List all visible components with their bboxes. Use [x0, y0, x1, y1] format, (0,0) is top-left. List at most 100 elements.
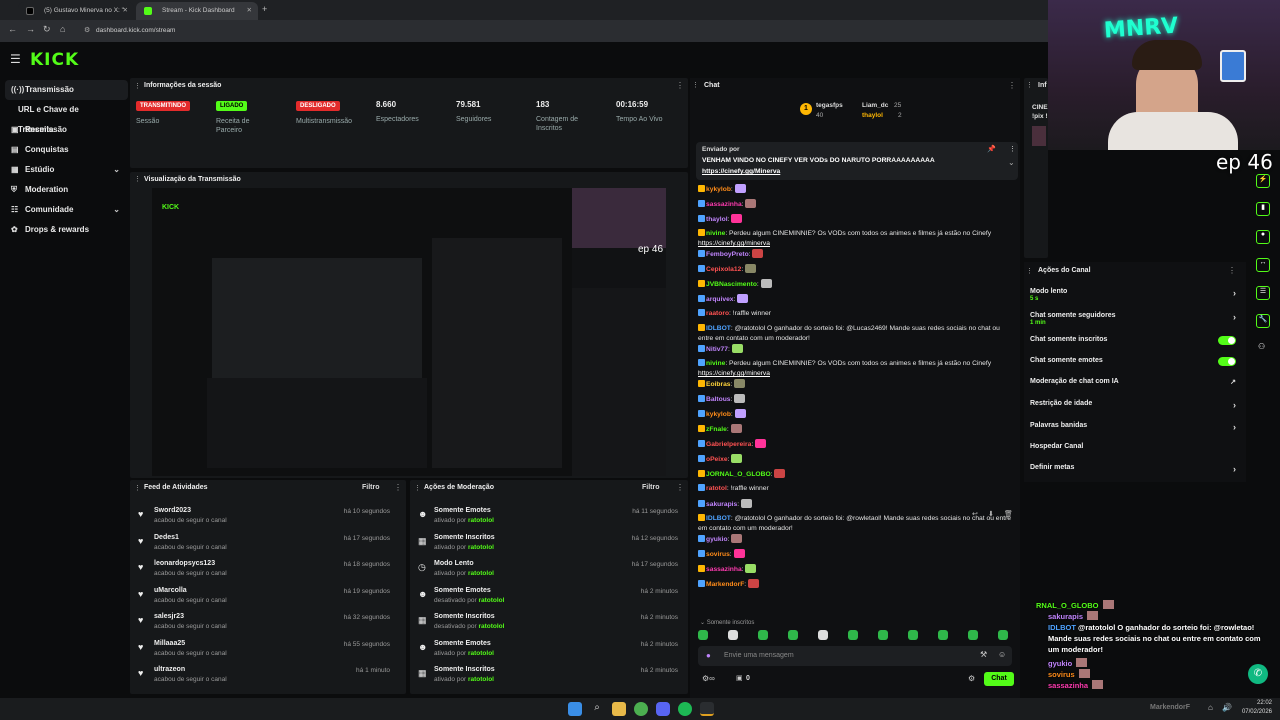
- chat-message[interactable]: sakurapis:: [698, 499, 1013, 510]
- url-input[interactable]: ⚙ dashboard.kick.com/stream: [80, 24, 1040, 38]
- home-icon[interactable]: ⌂: [60, 24, 65, 34]
- chat-message[interactable]: oPeixe:: [698, 454, 1013, 465]
- pin-icon[interactable]: 📌: [987, 145, 996, 153]
- activity-row[interactable]: ♥ Dedes1 acabou de seguir o canal há 17 seg…: [130, 531, 400, 557]
- chat-username[interactable]: ratotol: [706, 485, 727, 492]
- chat-message[interactable]: arquivex:: [698, 294, 1013, 305]
- drag-handle-icon[interactable]: ⋮: [134, 484, 141, 492]
- emote-quick-icon[interactable]: [758, 630, 768, 640]
- channel-action-row[interactable]: Chat somente inscritos: [1030, 336, 1240, 345]
- mod-action-row[interactable]: ▦ Somente Inscritos ativado por ratotolol h…: [410, 531, 688, 557]
- more-options-icon[interactable]: ⋮: [676, 483, 684, 492]
- chat-message[interactable]: Cepixola12:: [698, 264, 1013, 275]
- chat-username[interactable]: FemboyPreto: [706, 251, 749, 258]
- chat-message[interactable]: nivine: Perdeu algum CINEMINNIE? Os VODs…: [698, 359, 1013, 379]
- sidebar-item-transmissao[interactable]: ((·)) Transmissão: [5, 80, 128, 100]
- activity-row[interactable]: ♥ ultrazeon acabou de seguir o canal há 1 m…: [130, 663, 400, 689]
- menu-icon[interactable]: ☰: [10, 52, 21, 66]
- drag-handle-icon[interactable]: ⋮: [1026, 267, 1033, 275]
- chat-message[interactable]: raatoro: !raffle winner: [698, 309, 1013, 319]
- channel-action-row[interactable]: Palavras banidas ›: [1030, 422, 1240, 432]
- chat-message[interactable]: sovirus:: [698, 549, 1013, 560]
- gifter-name[interactable]: thaylol: [862, 112, 883, 119]
- emote-picker-icon[interactable]: ●: [706, 651, 711, 660]
- chat-username[interactable]: sakurapis: [706, 501, 737, 508]
- moderator-name[interactable]: ratotolol: [478, 623, 504, 630]
- pin-icon[interactable]: ⬇: [988, 510, 994, 518]
- drag-handle-icon[interactable]: ⋮: [1026, 81, 1033, 89]
- tools-icon[interactable]: ⚒: [980, 650, 987, 659]
- wrench-icon[interactable]: 🔧: [1256, 314, 1270, 328]
- chat-username[interactable]: Eoibras: [706, 381, 731, 388]
- filter-button[interactable]: Filtro: [362, 484, 380, 491]
- drag-handle-icon[interactable]: ⋮: [134, 175, 141, 183]
- chat-message[interactable]: sassazinha:: [698, 199, 1013, 210]
- chat-username[interactable]: sassazinha: [706, 566, 742, 573]
- moderator-name[interactable]: ratotolol: [478, 597, 504, 604]
- channel-action-row[interactable]: Modo lento 5 s ›: [1030, 288, 1240, 302]
- chat-link[interactable]: https://cinefy.gg/minerva: [698, 240, 770, 247]
- chat-message[interactable]: kykylob:: [698, 184, 1013, 195]
- forward-icon[interactable]: →: [26, 24, 35, 34]
- chat-username[interactable]: Baltous: [706, 396, 731, 403]
- emote-quick-icon[interactable]: [788, 630, 798, 640]
- volume-icon[interactable]: 🔊: [1222, 703, 1232, 712]
- emote-quick-icon[interactable]: [728, 630, 738, 640]
- activity-user[interactable]: Dedes1: [154, 534, 179, 541]
- file-explorer-icon[interactable]: [612, 702, 626, 716]
- moderator-name[interactable]: ratotolol: [468, 570, 494, 577]
- activity-user[interactable]: Sword2023: [154, 507, 191, 514]
- chat-message[interactable]: kykylob:: [698, 409, 1013, 420]
- chat-message[interactable]: sassazinha:: [698, 564, 1013, 575]
- sidebar-item-receita[interactable]: ▣ Receita: [5, 120, 128, 140]
- clock-time[interactable]: 22:02: [1240, 700, 1272, 706]
- browser-tab-active[interactable]: Stream - Kick Dashboard ✕: [136, 2, 258, 20]
- activity-user[interactable]: ultrazeon: [154, 666, 185, 673]
- back-icon[interactable]: ←: [8, 24, 17, 34]
- channel-action-row[interactable]: Restrição de idade ›: [1030, 400, 1240, 410]
- mod-action-row[interactable]: ☻ Somente Emotes ativado por ratotolol há 1…: [410, 504, 688, 530]
- emoji-icon[interactable]: ☺: [998, 650, 1006, 659]
- drag-handle-icon[interactable]: ⋮: [134, 82, 141, 90]
- activity-user[interactable]: leonardopsycs123: [154, 560, 215, 567]
- sidebar-item-url-chave[interactable]: URL e Chave de Transmissão: [5, 100, 128, 134]
- activity-row[interactable]: ♥ Sword2023 acabou de seguir o canal há 10 …: [130, 504, 400, 530]
- mod-action-row[interactable]: ◷ Modo Lento ativado por ratotolol há 17 se…: [410, 557, 688, 583]
- chat-message[interactable]: JORNAL_O_GLOBO:: [698, 469, 1013, 480]
- chat-username[interactable]: IDLBOT: [706, 325, 731, 332]
- channel-action-row[interactable]: Moderação de chat com IA ↗: [1030, 378, 1240, 386]
- new-tab-button[interactable]: +: [262, 4, 267, 14]
- network-icon[interactable]: ⌂: [1208, 703, 1213, 712]
- chat-username[interactable]: zFnale: [706, 426, 727, 433]
- mod-action-row[interactable]: ☻ Somente Emotes ativado por ratotolol há 2…: [410, 637, 688, 663]
- chevron-down-icon[interactable]: ⌄: [1008, 158, 1015, 167]
- chat-message[interactable]: thaylol:: [698, 214, 1013, 225]
- pinned-link[interactable]: https://cinefy.gg/Minerva: [702, 168, 780, 175]
- reply-icon[interactable]: ↩: [972, 510, 978, 518]
- filter-button[interactable]: Filtro: [642, 484, 660, 491]
- send-chat-button[interactable]: Chat: [984, 672, 1014, 686]
- obs-icon[interactable]: [700, 702, 714, 716]
- channel-action-row[interactable]: Hospedar Canal: [1030, 443, 1240, 450]
- drag-handle-icon[interactable]: ⋮: [414, 484, 421, 492]
- search-icon[interactable]: ⌕: [590, 702, 604, 716]
- mod-action-row[interactable]: ▦ Somente Inscritos ativado por ratotolol h…: [410, 663, 688, 689]
- chat-username[interactable]: raatoro: [706, 310, 729, 317]
- chat-username[interactable]: kykylob: [706, 186, 731, 193]
- spotify-icon[interactable]: [678, 702, 692, 716]
- chat-message[interactable]: gyukio:: [698, 534, 1013, 545]
- sidebar-item-estudio[interactable]: ▦ Estúdio ⌄: [5, 160, 128, 180]
- emote-quick-icon[interactable]: [818, 630, 828, 640]
- chat-message[interactable]: Nitiv77:: [698, 344, 1013, 355]
- infinity-icon[interactable]: ⚙∞: [702, 674, 715, 683]
- moderator-name[interactable]: ratotolol: [468, 517, 494, 524]
- gift-icon[interactable]: ▣: [736, 674, 743, 682]
- chat-username[interactable]: nivine: [706, 360, 725, 367]
- activity-row[interactable]: ♥ leonardopsycs123 acabou de seguir o cana…: [130, 557, 400, 583]
- activity-user[interactable]: uMarcolla: [154, 587, 187, 594]
- emote-quick-icon[interactable]: [698, 630, 708, 640]
- activity-row[interactable]: ♥ salesjr23 acabou de seguir o canal há 32 …: [130, 610, 400, 636]
- close-icon[interactable]: ✕: [247, 2, 252, 20]
- chat-username[interactable]: sassazinha: [706, 201, 742, 208]
- mod-action-row[interactable]: ▦ Somente Inscritos desativado por ratotol…: [410, 610, 688, 636]
